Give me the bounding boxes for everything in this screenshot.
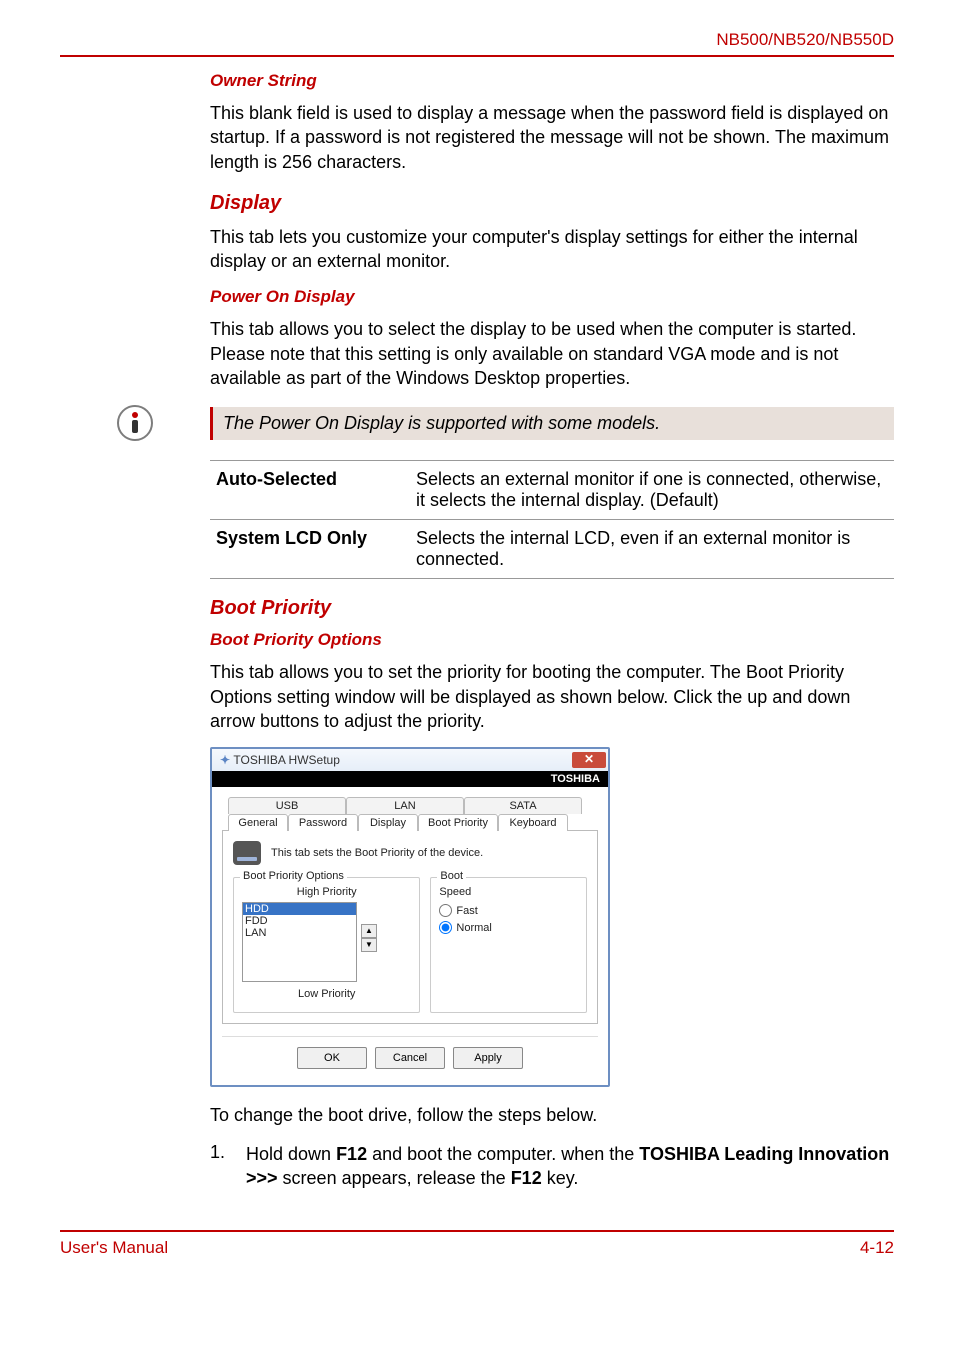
tab-boot-priority[interactable]: Boot Priority	[418, 814, 498, 831]
tab-display[interactable]: Display	[358, 814, 418, 831]
tab-description: This tab sets the Boot Priority of the d…	[271, 847, 483, 859]
tab-sata[interactable]: SATA	[464, 797, 582, 814]
options-table: Auto-Selected Selects an external monito…	[210, 460, 894, 579]
tab-general[interactable]: General	[228, 814, 288, 831]
heading-boot-priority: Boot Priority	[210, 597, 894, 620]
note-row: The Power On Display is supported with s…	[60, 404, 894, 442]
option-name: System LCD Only	[210, 520, 410, 579]
text-change-intro: To change the boot drive, follow the ste…	[210, 1103, 894, 1127]
label-speed: Speed	[439, 886, 578, 898]
close-icon[interactable]: ✕	[572, 752, 606, 768]
table-row: Auto-Selected Selects an external monito…	[210, 461, 894, 520]
disk-icon	[233, 841, 261, 865]
text-owner-string: This blank field is used to display a me…	[210, 101, 894, 174]
table-row: System LCD Only Selects the internal LCD…	[210, 520, 894, 579]
hwsetup-screenshot: ✦ TOSHIBA HWSetup ✕ TOSHIBA USB LAN SATA…	[210, 747, 610, 1087]
priority-down-button[interactable]: ▼	[361, 938, 377, 952]
priority-up-button[interactable]: ▲	[361, 924, 377, 938]
header-model: NB500/NB520/NB550D	[60, 30, 894, 55]
tab-usb[interactable]: USB	[228, 797, 346, 814]
label-low-priority: Low Priority	[242, 988, 411, 1000]
tab-lan[interactable]: LAN	[346, 797, 464, 814]
option-desc: Selects an external monitor if one is co…	[410, 461, 894, 520]
group-boot: Boot	[437, 870, 466, 882]
footer-right: 4-12	[860, 1238, 894, 1258]
list-item[interactable]: FDD	[243, 915, 356, 927]
group-boot-priority-options: Boot Priority Options	[240, 870, 347, 882]
apply-button[interactable]: Apply	[453, 1047, 523, 1069]
note-text: The Power On Display is supported with s…	[210, 407, 894, 440]
info-icon	[116, 404, 154, 442]
option-name: Auto-Selected	[210, 461, 410, 520]
step-text: Hold down F12 and boot the computer. whe…	[246, 1142, 894, 1191]
heading-display: Display	[210, 192, 894, 215]
tab-password[interactable]: Password	[288, 814, 358, 831]
tab-keyboard[interactable]: Keyboard	[498, 814, 568, 831]
ok-button[interactable]: OK	[297, 1047, 367, 1069]
radio-normal[interactable]: Normal	[439, 921, 578, 934]
priority-listbox[interactable]: HDD FDD LAN	[242, 902, 357, 982]
option-desc: Selects the internal LCD, even if an ext…	[410, 520, 894, 579]
footer-left: User's Manual	[60, 1238, 168, 1258]
brand-bar: TOSHIBA	[212, 771, 608, 787]
step-number: 1.	[210, 1142, 246, 1191]
header-divider	[60, 55, 894, 57]
text-display: This tab lets you customize your compute…	[210, 225, 894, 274]
text-boot-priority: This tab allows you to set the priority …	[210, 660, 894, 733]
window-title: ✦ TOSHIBA HWSetup	[220, 753, 340, 767]
radio-fast[interactable]: Fast	[439, 904, 578, 917]
label-high-priority: High Priority	[242, 886, 411, 898]
text-power-on-display: This tab allows you to select the displa…	[210, 317, 894, 390]
cancel-button[interactable]: Cancel	[375, 1047, 445, 1069]
step-item: 1. Hold down F12 and boot the computer. …	[210, 1142, 894, 1191]
list-item[interactable]: LAN	[243, 927, 356, 939]
heading-power-on-display: Power On Display	[210, 287, 894, 307]
heading-owner-string: Owner String	[210, 71, 894, 91]
heading-boot-priority-options: Boot Priority Options	[210, 630, 894, 650]
list-item[interactable]: HDD	[243, 903, 356, 915]
